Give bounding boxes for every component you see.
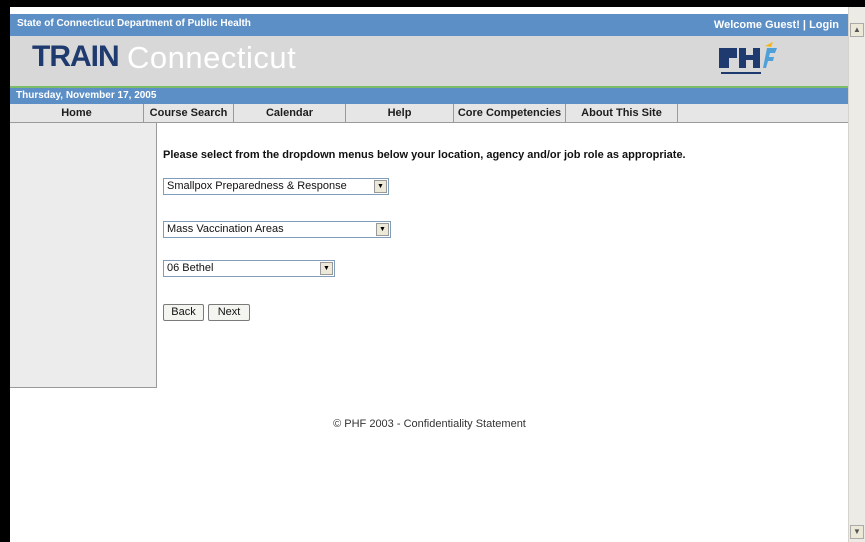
welcome-login-link[interactable]: Welcome Guest! | Login [714, 19, 839, 31]
nav-item-about-this-site[interactable]: About This Site [566, 104, 678, 122]
chevron-down-icon[interactable]: ▼ [376, 223, 389, 236]
program-select[interactable]: Smallpox Preparedness & Response ▼ [163, 178, 389, 195]
area-select-value: Mass Vaccination Areas [167, 223, 284, 235]
chevron-down-icon[interactable]: ▼ [374, 180, 387, 193]
site-header: TRAIN Connecticut [10, 36, 849, 86]
scroll-down-icon[interactable]: ▼ [850, 525, 864, 539]
back-button[interactable]: Back [163, 304, 204, 321]
main-nav: Home Course Search Calendar Help Core Co… [10, 104, 849, 123]
page: State of Connecticut Department of Publi… [10, 14, 849, 542]
nav-item-core-competencies[interactable]: Core Competencies [454, 104, 566, 122]
location-select[interactable]: 06 Bethel ▼ [163, 260, 335, 277]
chevron-down-icon[interactable]: ▼ [320, 262, 333, 275]
nav-item-home[interactable]: Home [10, 104, 144, 122]
nav-item-calendar[interactable]: Calendar [234, 104, 346, 122]
browser-viewport: State of Connecticut Department of Publi… [10, 7, 865, 542]
org-bar: State of Connecticut Department of Publi… [10, 14, 849, 36]
left-sidebar [10, 123, 157, 388]
selection-prompt: Please select from the dropdown menus be… [163, 149, 686, 161]
next-button[interactable]: Next [208, 304, 250, 321]
footer-copyright[interactable]: © PHF 2003 - Confidentiality Statement [10, 418, 849, 430]
nav-item-help[interactable]: Help [346, 104, 454, 122]
phf-logo-icon [719, 42, 777, 74]
date-bar: Thursday, November 17, 2005 [10, 88, 849, 104]
train-logo-text: TRAIN [32, 40, 120, 73]
connecticut-logo-text: Connecticut [127, 40, 297, 75]
vertical-scrollbar[interactable]: ▲ ▼ [848, 7, 865, 542]
scroll-up-icon[interactable]: ▲ [850, 23, 864, 37]
nav-item-course-search[interactable]: Course Search [144, 104, 234, 122]
area-select[interactable]: Mass Vaccination Areas ▼ [163, 221, 391, 238]
org-label: State of Connecticut Department of Publi… [17, 18, 251, 29]
current-date: Thursday, November 17, 2005 [16, 90, 157, 101]
train-logo: TRAIN [32, 40, 120, 74]
location-select-value: 06 Bethel [167, 262, 214, 274]
window-top-strip [10, 7, 855, 14]
program-select-value: Smallpox Preparedness & Response [167, 180, 347, 192]
